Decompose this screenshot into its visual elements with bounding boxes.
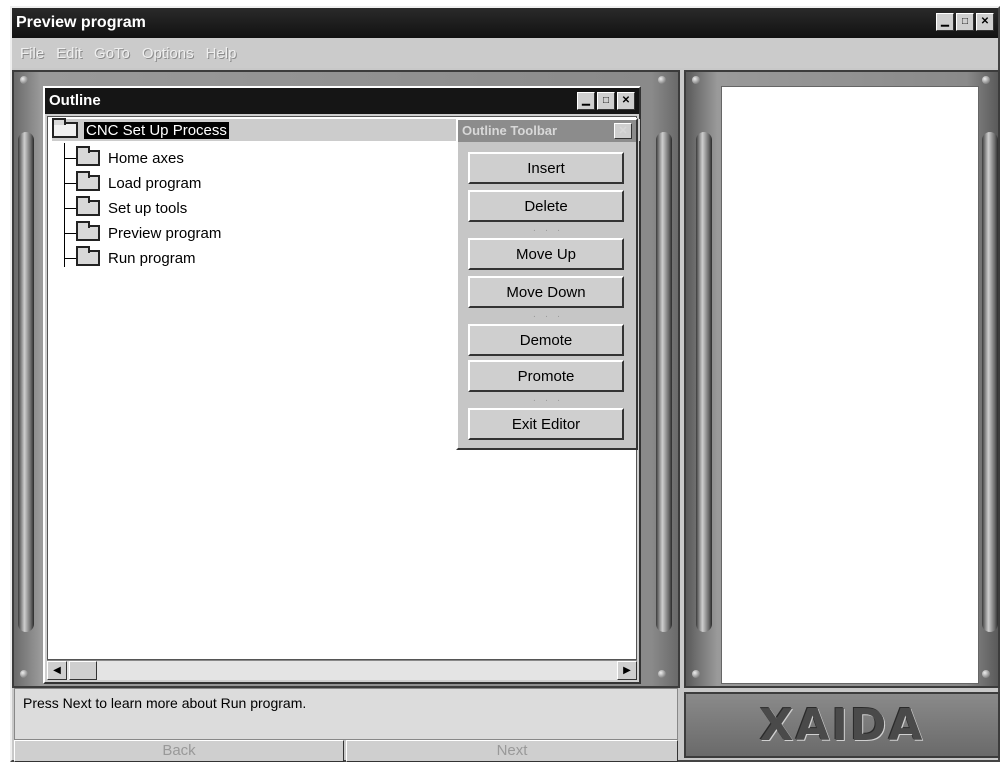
outline-toolbar: Outline Toolbar ✕ Insert Delete · · · Mo… [456,118,638,450]
menu-goto[interactable]: GoTo [94,45,130,62]
promote-button[interactable]: Promote [468,360,624,392]
pipe-decoration [696,132,712,632]
right-panel [684,70,1000,688]
tree-item-label: Preview program [108,224,222,242]
move-up-button[interactable]: Move Up [468,238,624,270]
rivet-icon [982,670,990,678]
minimize-icon[interactable]: ▁ [577,92,595,110]
folder-icon [76,246,100,266]
outline-window-controls: ▁ □ ✕ [577,92,635,110]
menu-bar: File Edit GoTo Options Help [12,38,998,68]
tree-root-label: CNC Set Up Process [84,121,229,139]
demote-button[interactable]: Demote [468,324,624,356]
close-icon[interactable]: ✕ [617,92,635,110]
close-icon[interactable]: ✕ [614,123,632,139]
tree-item-label: Load program [108,174,202,192]
outline-title: Outline [49,92,101,109]
folder-open-icon [52,118,78,138]
scroll-thumb[interactable] [69,661,97,680]
toolbar-title: Outline Toolbar [462,123,558,138]
maximize-icon[interactable]: □ [597,92,615,110]
outline-title-bar: Outline ▁ □ ✕ [45,88,639,114]
rivet-icon [692,76,700,84]
toolbar-separator: · · · [532,225,564,236]
minimize-icon[interactable]: ▁ [936,13,954,31]
status-text: Press Next to learn more about Run progr… [23,695,307,711]
insert-button[interactable]: Insert [468,152,624,184]
window-title: Preview program [16,14,146,31]
arrow-left-icon[interactable]: ◀ [47,661,67,680]
tree-item-label: Run program [108,249,196,267]
next-button[interactable]: Next [346,740,678,762]
menu-file[interactable]: File [20,45,44,62]
toolbar-separator: · · · [532,395,564,406]
rivet-icon [20,670,28,678]
pipe-decoration [982,132,998,632]
tree-item-set-up-tools[interactable]: Set up tools [64,196,188,219]
close-icon[interactable]: ✕ [976,13,994,31]
window-controls: ▁ □ ✕ [936,13,994,31]
xaida-logo: XAIDA [759,699,925,751]
toolbar-title-bar: Outline Toolbar ✕ [458,120,636,142]
rivet-icon [692,670,700,678]
status-message: Press Next to learn more about Run progr… [14,688,678,740]
tree-item-preview-program[interactable]: Preview program [64,221,222,244]
tree-item-home-axes[interactable]: Home axes [64,146,184,169]
tree-item-label: Home axes [108,149,184,167]
rivet-icon [20,76,28,84]
delete-button[interactable]: Delete [468,190,624,222]
horizontal-scrollbar[interactable]: ◀ ▶ [47,660,637,680]
rivet-icon [982,76,990,84]
logo-panel: XAIDA [684,692,1000,758]
content-pane [721,86,979,684]
folder-icon [76,196,100,216]
folder-icon [76,221,100,241]
tree-item-label: Set up tools [108,199,188,217]
rivet-icon [658,76,666,84]
move-down-button[interactable]: Move Down [468,276,624,308]
arrow-right-icon[interactable]: ▶ [617,661,637,680]
maximize-icon[interactable]: □ [956,13,974,31]
pipe-decoration [656,132,672,632]
toolbar-separator: · · · [532,311,564,322]
menu-options[interactable]: Options [142,45,194,62]
menu-edit[interactable]: Edit [56,45,82,62]
folder-icon [76,171,100,191]
menu-help[interactable]: Help [206,45,237,62]
folder-icon [76,146,100,166]
tree-item-run-program[interactable]: Run program [64,246,196,269]
back-button[interactable]: Back [14,740,344,762]
tree-item-load-program[interactable]: Load program [64,171,202,194]
pipe-decoration [18,132,34,632]
title-bar: Preview program ▁ □ ✕ [12,8,998,38]
app-window: Preview program ▁ □ ✕ File Edit GoTo Opt… [10,6,1000,762]
exit-editor-button[interactable]: Exit Editor [468,408,624,440]
rivet-icon [658,670,666,678]
